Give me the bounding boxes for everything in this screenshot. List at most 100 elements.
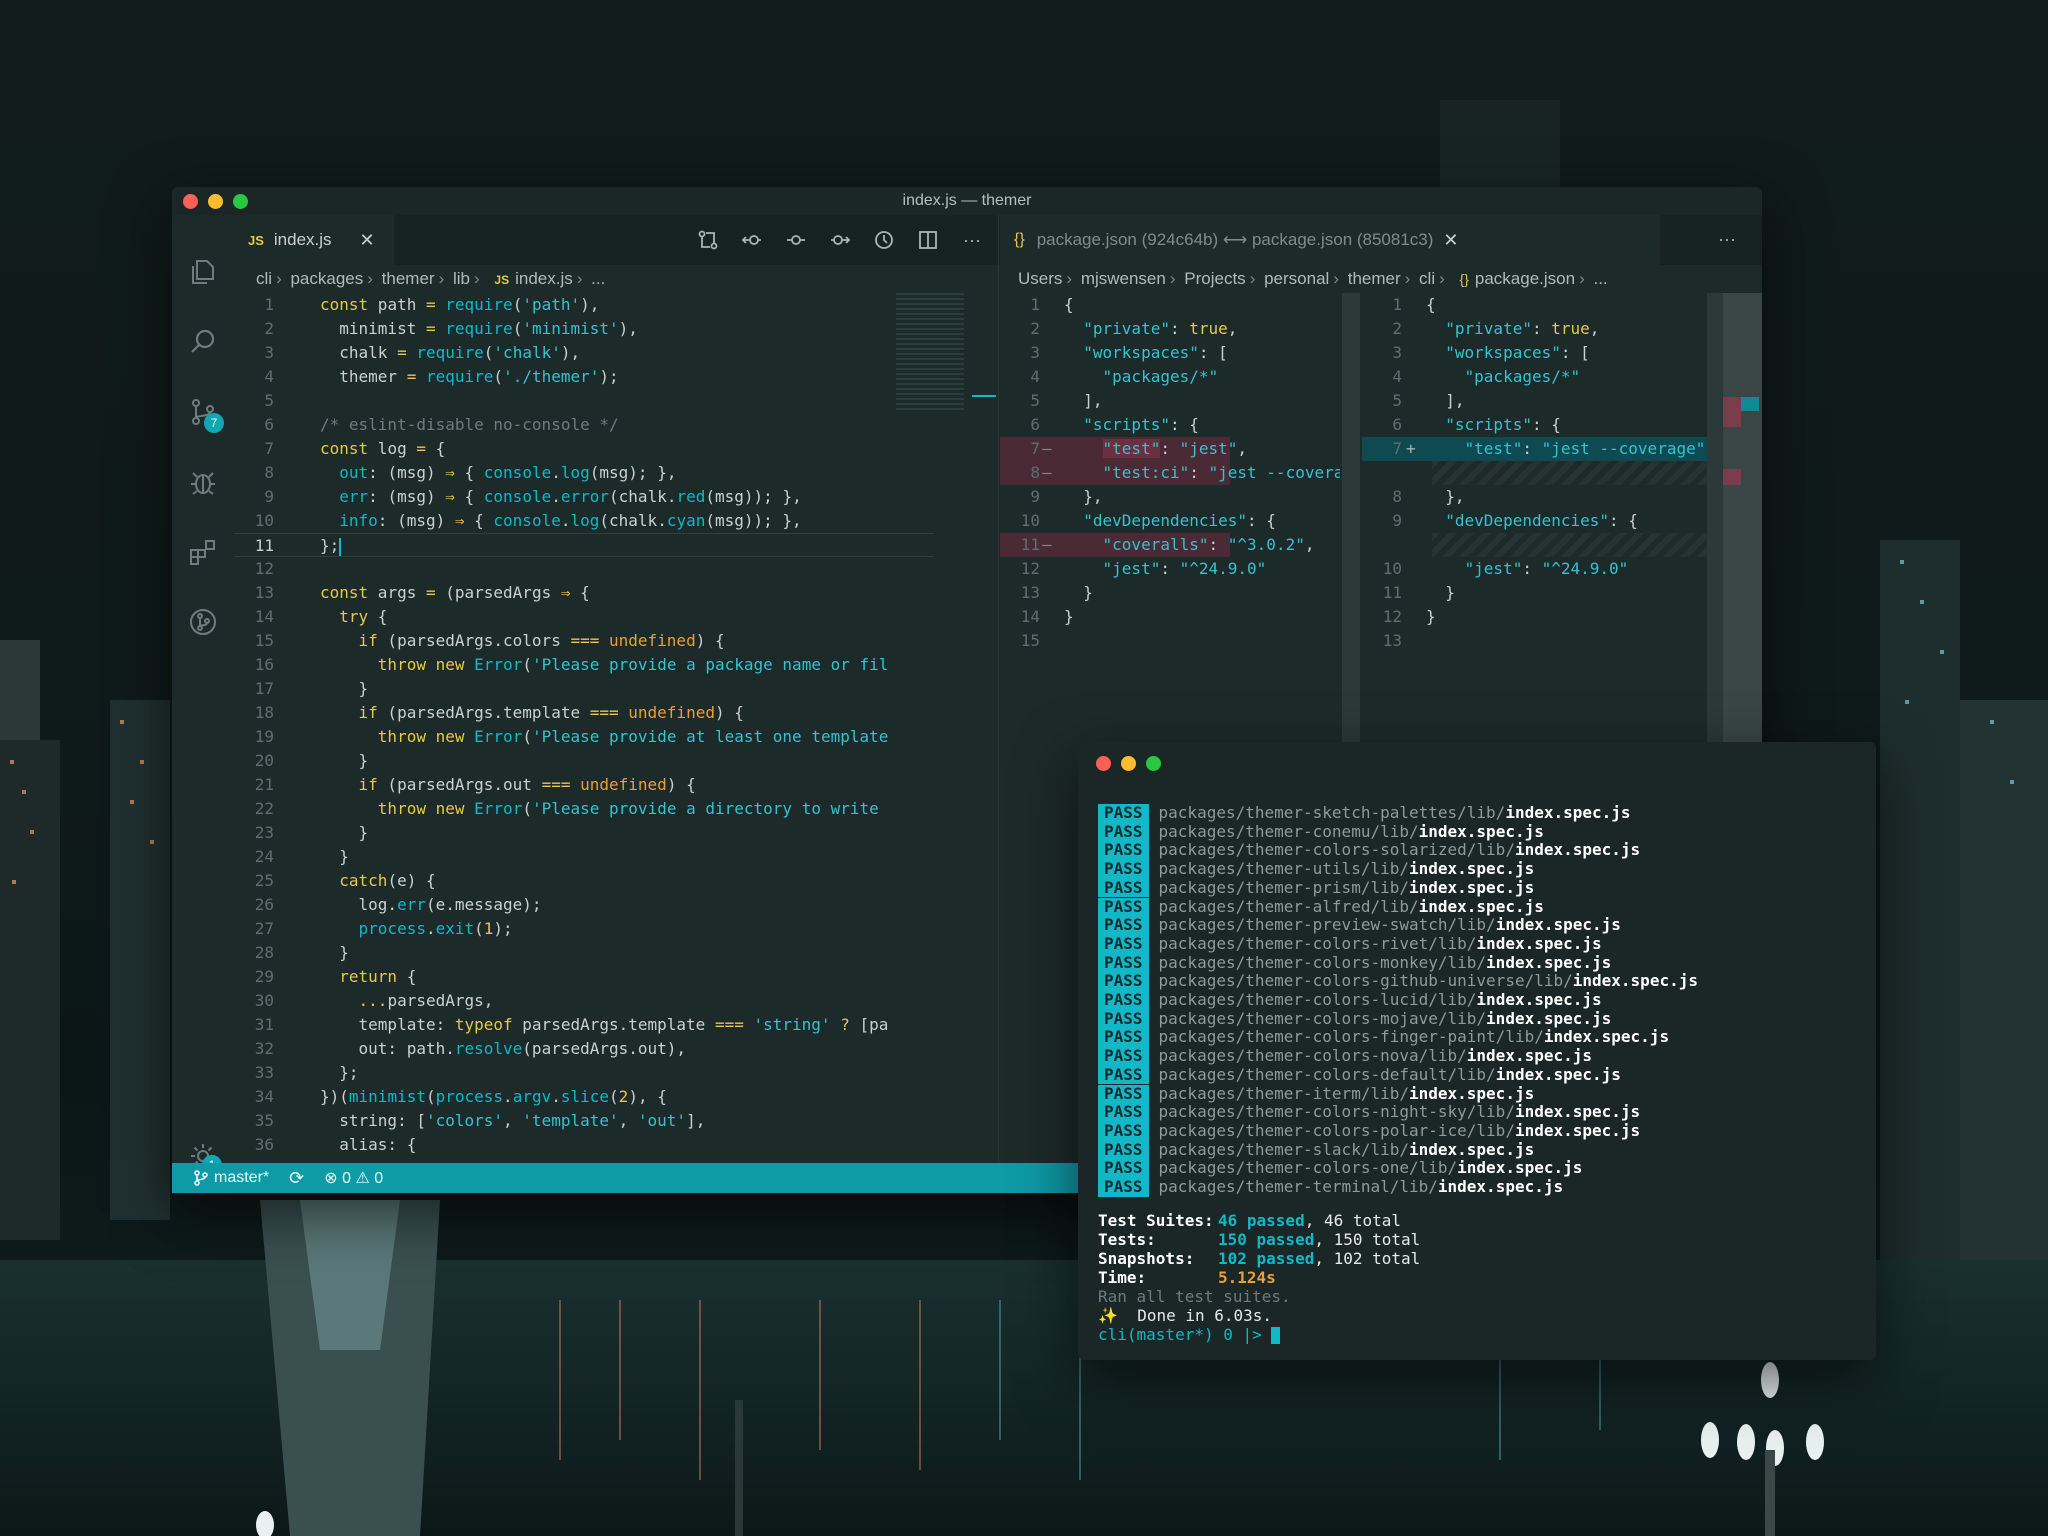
breadcrumb-item[interactable]: lib bbox=[453, 269, 470, 288]
line-number: 32 bbox=[254, 1039, 274, 1058]
breadcrumb-item[interactable]: packages bbox=[290, 269, 363, 288]
test-file: index.spec.js bbox=[1543, 1027, 1670, 1047]
test-file: index.spec.js bbox=[1505, 803, 1631, 822]
minimize-window-button[interactable] bbox=[208, 194, 223, 209]
line-number: 10 bbox=[1020, 511, 1040, 530]
tab-index-js[interactable]: JS index.js ✕ bbox=[234, 215, 394, 265]
test-file: index.spec.js bbox=[1408, 859, 1535, 879]
debug-icon[interactable] bbox=[188, 467, 218, 497]
test-dir: packages/themer-preview-swatch/lib/ bbox=[1158, 915, 1496, 935]
pass-badge: PASS bbox=[1098, 803, 1149, 823]
breadcrumb-item[interactable]: ... bbox=[1593, 269, 1607, 288]
more-actions-icon[interactable]: ··· bbox=[961, 229, 983, 251]
problems-indicator[interactable]: ⊗ 0 ⚠ 0 bbox=[324, 1168, 383, 1188]
test-result-row: PASS packages/themer-colors-finger-paint/… bbox=[1098, 1027, 1670, 1048]
diff-original-editor-tail[interactable]: 13 } 14} 15 bbox=[1000, 581, 1340, 681]
line-number: 30 bbox=[254, 991, 274, 1010]
line-number: 7 bbox=[1030, 439, 1040, 458]
terminal-window[interactable]: PASS packages/themer-sketch-palettes/lib/… bbox=[1078, 742, 1876, 1360]
line-number: 1 bbox=[1030, 295, 1040, 314]
summary-snapshots: Snapshots: 102 passed, 102 total bbox=[1098, 1249, 1421, 1268]
line-number: 28 bbox=[254, 943, 274, 962]
line-number: 9 bbox=[1392, 511, 1402, 530]
line-number: 2 bbox=[264, 319, 274, 338]
json-file-icon: {} bbox=[1459, 271, 1469, 287]
line-number: 12 bbox=[1020, 559, 1040, 578]
code-editor-index-js[interactable]: 1 const path = require('path'), 2 minimis… bbox=[234, 293, 934, 1163]
history-icon[interactable] bbox=[873, 229, 895, 251]
test-file: index.spec.js bbox=[1486, 952, 1612, 972]
close-icon[interactable]: ✕ bbox=[1443, 230, 1458, 251]
line-number: 4 bbox=[1392, 367, 1402, 386]
split-editor-icon[interactable] bbox=[917, 229, 939, 251]
js-file-icon: JS bbox=[248, 232, 264, 248]
test-dir: packages/themer-colors-github-universe/l… bbox=[1158, 971, 1573, 991]
breadcrumb-item[interactable]: mjswensen bbox=[1081, 269, 1166, 288]
line-number: 13 bbox=[1020, 583, 1040, 602]
close-window-button[interactable] bbox=[1096, 756, 1111, 771]
json-file-icon: {} bbox=[1014, 231, 1025, 248]
close-icon[interactable]: ✕ bbox=[360, 230, 375, 251]
breadcrumb-item[interactable]: index.js bbox=[515, 269, 573, 288]
breadcrumb-item[interactable]: themer bbox=[382, 269, 435, 288]
line-number: 35 bbox=[254, 1111, 274, 1130]
test-file: index.spec.js bbox=[1476, 933, 1602, 953]
breadcrumb-item[interactable]: cli bbox=[1419, 269, 1435, 288]
pass-badge: PASS bbox=[1098, 859, 1149, 879]
explorer-icon[interactable] bbox=[188, 257, 218, 287]
maximize-window-button[interactable] bbox=[1146, 756, 1161, 771]
test-result-row: PASS packages/themer-colors-solarized/lib… bbox=[1098, 841, 1640, 861]
line-number: 18 bbox=[254, 703, 274, 722]
breadcrumb-item[interactable]: personal bbox=[1264, 269, 1329, 288]
line-number: 5 bbox=[264, 391, 274, 410]
breadcrumb-item[interactable]: cli bbox=[256, 269, 272, 288]
search-icon[interactable] bbox=[188, 327, 218, 357]
previous-change-icon[interactable] bbox=[741, 229, 763, 251]
close-window-button[interactable] bbox=[183, 194, 198, 209]
pass-badge: PASS bbox=[1098, 990, 1149, 1010]
sync-icon[interactable]: ⟳ bbox=[289, 1168, 304, 1189]
breadcrumb-item[interactable]: package.json bbox=[1475, 269, 1575, 288]
source-control-icon[interactable]: 7 bbox=[188, 397, 224, 433]
breadcrumb-item[interactable]: ... bbox=[591, 269, 605, 288]
next-change-icon[interactable] bbox=[829, 229, 851, 251]
breadcrumb-item[interactable]: themer bbox=[1348, 269, 1401, 288]
more-actions-icon[interactable]: ··· bbox=[1718, 229, 1736, 250]
pass-badge: PASS bbox=[1098, 878, 1149, 898]
test-dir: packages/themer-colors-monkey/lib/ bbox=[1158, 952, 1487, 972]
window-controls bbox=[183, 194, 248, 209]
extensions-icon[interactable] bbox=[188, 537, 218, 567]
breadcrumb-item[interactable]: Projects bbox=[1184, 269, 1245, 288]
terminal-cursor bbox=[1271, 1327, 1281, 1344]
line-number: 31 bbox=[254, 1015, 274, 1034]
open-changes-icon[interactable] bbox=[697, 229, 719, 251]
line-number: 2 bbox=[1392, 319, 1402, 338]
line-number: 8 bbox=[264, 463, 274, 482]
branch-indicator[interactable]: master* bbox=[194, 1169, 269, 1187]
maximize-window-button[interactable] bbox=[233, 194, 248, 209]
line-number: 33 bbox=[254, 1063, 274, 1082]
line-number: 10 bbox=[254, 511, 274, 530]
commit-icon[interactable] bbox=[785, 229, 807, 251]
tab-package-json-diff[interactable]: {} package.json (924c64b) ⟷ package.json… bbox=[1000, 215, 1660, 265]
window-title: index.js — themer bbox=[902, 192, 1032, 209]
test-file: index.spec.js bbox=[1418, 821, 1544, 841]
git-graph-icon[interactable] bbox=[188, 607, 218, 637]
test-file: index.spec.js bbox=[1495, 1064, 1621, 1084]
pass-badge: PASS bbox=[1098, 1046, 1149, 1066]
test-file: index.spec.js bbox=[1466, 1046, 1593, 1066]
breadcrumb-item[interactable]: Users bbox=[1018, 269, 1062, 288]
diff-modified-editor[interactable]: 1{ 2 "private": true, 3 "workspaces": [ … bbox=[1362, 293, 1762, 693]
test-result-row: PASS packages/themer-colors-one/lib/index… bbox=[1098, 1158, 1582, 1178]
line-number: 13 bbox=[1382, 631, 1402, 650]
test-result-row: PASS packages/themer-colors-polar-ice/lib… bbox=[1098, 1121, 1640, 1141]
line-number: 6 bbox=[264, 415, 274, 434]
minimize-window-button[interactable] bbox=[1121, 756, 1136, 771]
line-number: 17 bbox=[254, 679, 274, 698]
test-dir: packages/themer-colors-one/lib/ bbox=[1158, 1158, 1458, 1178]
pass-badge: PASS bbox=[1098, 1028, 1149, 1048]
diff-original-editor[interactable]: 1{ 2 "private": true, 3 "workspaces": [ … bbox=[1000, 293, 1340, 593]
terminal-prompt[interactable]: cli(master*) 0 |> bbox=[1098, 1325, 1281, 1345]
line-number: 8 bbox=[1392, 487, 1402, 506]
test-file: index.spec.js bbox=[1437, 1177, 1564, 1196]
